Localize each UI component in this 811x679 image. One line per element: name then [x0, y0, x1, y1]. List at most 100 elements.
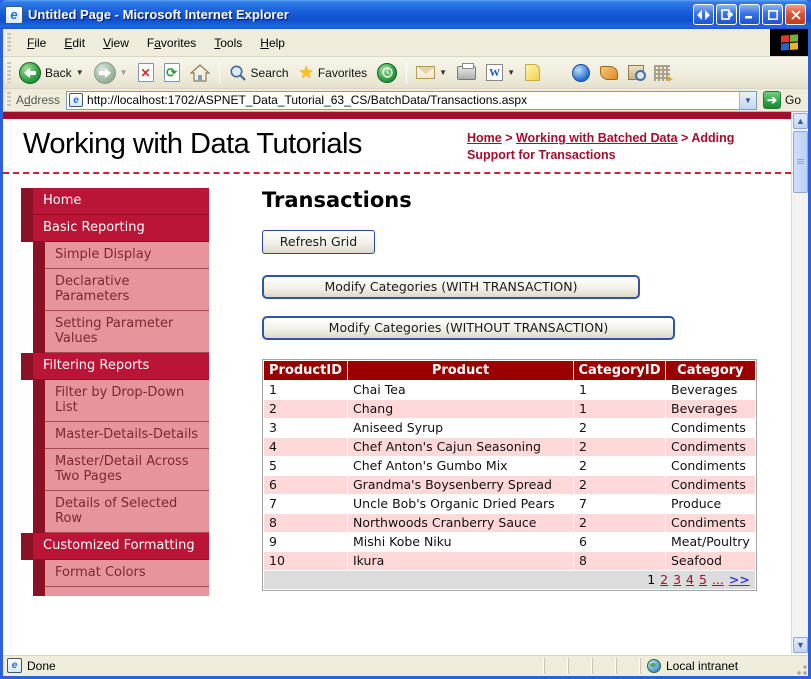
menu-bar: File Edit View Favorites Tools Help [3, 29, 808, 57]
edit-notes-button[interactable] [520, 62, 545, 83]
messenger-button[interactable] [567, 62, 595, 84]
table-cell: Condiments [665, 474, 756, 495]
modify-with-transaction-button[interactable]: Modify Categories (WITH TRANSACTION) [262, 274, 640, 299]
stop-icon: ✕ [137, 63, 154, 82]
print-button[interactable] [452, 62, 481, 82]
scroll-down-icon[interactable]: ▼ [793, 637, 808, 653]
sidebar-item-master-detail-across-two-pages[interactable]: Master/Detail Across Two Pages [33, 448, 209, 491]
sidebar-item-label: Filtering Reports [43, 357, 150, 373]
status-page-icon: e [7, 658, 22, 673]
sidebar-item-setting-parameter-values[interactable]: Setting Parameter Values [33, 310, 209, 353]
refresh-button[interactable]: ⟳ [159, 61, 185, 84]
table-row: 1 Chai Tea 1 Beverages [263, 379, 756, 400]
sidebar-item-customized-formatting[interactable]: Customized Formatting [21, 532, 209, 560]
pager-page-link[interactable]: 3 [673, 572, 681, 587]
addressbar-grip[interactable] [6, 92, 11, 108]
pager-page-link[interactable]: 4 [686, 572, 694, 587]
menu-view[interactable]: View [94, 33, 138, 53]
table-row: 6 Grandma's Boysenberry Spread 2 Condiments [263, 474, 756, 495]
forward-button[interactable]: ▼ [89, 60, 133, 86]
home-button[interactable] [185, 62, 215, 84]
back-dropdown-icon[interactable]: ▼ [76, 68, 84, 77]
minimize-button[interactable] [739, 4, 760, 25]
sidebar-item-partial[interactable] [33, 586, 209, 596]
sidebar-item-basic-reporting[interactable]: Basic Reporting [21, 214, 209, 242]
table-cell: 10 [263, 550, 348, 571]
address-input[interactable] [83, 93, 739, 107]
sidebar-item-filtering-reports[interactable]: Filtering Reports [21, 352, 209, 380]
edit-with-word-button[interactable]: W ▼ [481, 62, 520, 83]
sidebar-item-home[interactable]: Home [21, 187, 209, 215]
table-cell: Produce [665, 493, 756, 514]
forward-dropdown-icon[interactable]: ▼ [120, 68, 128, 77]
sidebar-level-marker [33, 379, 45, 422]
table-row: 3 Aniseed Syrup 2 Condiments [263, 417, 756, 438]
stop-button[interactable]: ✕ [133, 61, 159, 84]
toolbar-grip[interactable] [6, 61, 11, 84]
menu-favorites[interactable]: Favorites [138, 33, 205, 53]
sidebar-item-declarative-parameters[interactable]: Declarative Parameters [33, 268, 209, 311]
table-cell: 2 [263, 398, 348, 419]
refresh-grid-button[interactable]: Refresh Grid [262, 229, 375, 254]
sidebar-item-format-colors[interactable]: Format Colors [33, 559, 209, 587]
pager: 1 2 3 4 5... >> [263, 569, 756, 590]
sidebar-level-marker [33, 241, 45, 269]
sidebar-level-marker [33, 586, 45, 596]
maximize-button[interactable] [762, 4, 783, 25]
home-icon [189, 63, 210, 82]
status-text: Done [27, 658, 56, 673]
pager-page-link[interactable]: 2 [660, 572, 668, 587]
modify-without-transaction-button[interactable]: Modify Categories (WITHOUT TRANSACTION) [262, 315, 675, 340]
menu-file[interactable]: File [18, 33, 55, 53]
security-zone-text: Local intranet [666, 658, 739, 673]
export-window-button[interactable] [716, 4, 737, 25]
table-cell: Mishi Kobe Niku [347, 531, 574, 552]
sidebar-item-simple-display[interactable]: Simple Display [33, 241, 209, 269]
pager-next-link[interactable]: >> [729, 572, 750, 587]
table-cell: 2 [573, 417, 666, 438]
menu-edit[interactable]: Edit [55, 33, 94, 53]
sidebar-item-label: Filter by Drop-Down List [55, 384, 185, 415]
search-button[interactable]: Search [224, 62, 294, 84]
go-button[interactable]: ➔ Go [757, 91, 805, 109]
sidebar-level-marker [33, 559, 45, 587]
vertical-scrollbar[interactable]: ▲ ▼ [791, 112, 808, 654]
scroll-up-icon[interactable]: ▲ [793, 113, 808, 129]
web-page: Working with Data Tutorials Home > Worki… [3, 112, 791, 654]
sidebar-item-master-details-details[interactable]: Master-Details-Details [33, 421, 209, 449]
pager-page-link[interactable]: 5 [699, 572, 707, 587]
sidebar-item-details-of-selected-row[interactable]: Details of Selected Row [33, 490, 209, 533]
back-button[interactable]: Back ▼ [14, 60, 89, 86]
menu-tools[interactable]: Tools [205, 33, 251, 53]
addon-tool-button[interactable] [623, 63, 649, 82]
sidebar-item-filter-by-drop-down-list[interactable]: Filter by Drop-Down List [33, 379, 209, 422]
grid-tool-button[interactable] [649, 63, 675, 86]
close-button[interactable] [785, 4, 806, 25]
table-cell: Condiments [665, 436, 756, 457]
breadcrumb-link[interactable]: Working with Batched Data [516, 131, 678, 145]
table-cell: Northwoods Cranberry Sauce [347, 512, 574, 533]
sidebar-level-marker [33, 448, 45, 491]
breadcrumb-link[interactable]: Home [467, 131, 502, 145]
compare-windows-button[interactable] [693, 4, 714, 25]
title-bar[interactable]: e Untitled Page - Microsoft Internet Exp… [0, 0, 811, 29]
pager-current-page: 1 [647, 572, 656, 588]
mail-button[interactable]: ▼ [411, 64, 452, 81]
word-dropdown-icon[interactable]: ▼ [507, 68, 515, 77]
research-button[interactable] [595, 64, 623, 82]
resize-grip[interactable] [794, 662, 808, 676]
address-dropdown-icon[interactable]: ▼ [738, 91, 756, 109]
history-button[interactable] [372, 61, 402, 85]
sidebar-level-marker [33, 490, 45, 533]
scrollbar-thumb[interactable] [793, 131, 808, 193]
menubar-grip[interactable] [6, 33, 11, 52]
favorites-button[interactable]: ★ Favorites [294, 61, 373, 85]
history-icon [377, 62, 398, 83]
table-cell: Beverages [665, 398, 756, 419]
page-top-strip [3, 112, 791, 119]
menu-help[interactable]: Help [251, 33, 294, 53]
back-icon [19, 61, 41, 84]
pager-page-link[interactable]: ... [712, 572, 724, 587]
mail-dropdown-icon[interactable]: ▼ [439, 68, 447, 77]
grid-tool-icon [654, 64, 674, 86]
